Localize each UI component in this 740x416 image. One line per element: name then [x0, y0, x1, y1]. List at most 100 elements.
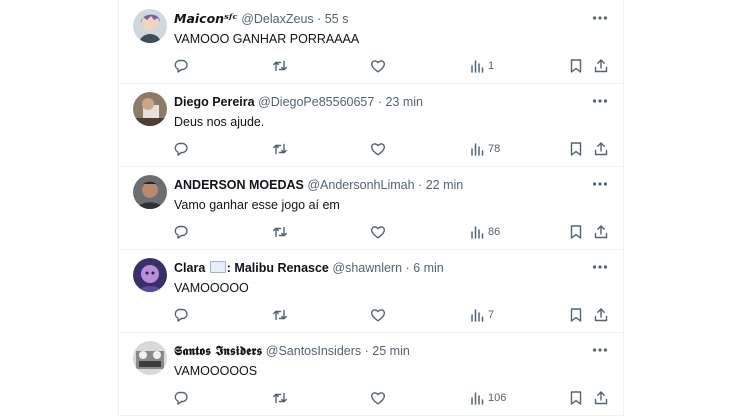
- post-time[interactable]: 25 min: [372, 344, 410, 358]
- more-horizontal-icon: [592, 99, 608, 103]
- avatar[interactable]: [133, 92, 167, 126]
- more-horizontal-icon: [592, 265, 608, 269]
- post-actions: 78: [119, 138, 623, 160]
- separator-dot: ·: [364, 344, 369, 358]
- bookmark-button[interactable]: [568, 58, 584, 74]
- share-icon: [594, 142, 608, 156]
- bookmark-button[interactable]: [568, 224, 584, 240]
- avatar[interactable]: [133, 341, 167, 375]
- like-button[interactable]: [370, 390, 386, 406]
- repost-button[interactable]: [272, 224, 288, 240]
- share-button[interactable]: [593, 307, 609, 323]
- bookmark-icon: [570, 59, 582, 73]
- more-options-button[interactable]: [591, 258, 609, 276]
- author-handle[interactable]: @shawnlern: [332, 261, 402, 275]
- author-name-part: : Malibu Renasce: [226, 261, 329, 275]
- post-item[interactable]: Diego Pereira @DiegoPe85560657 · 23 min …: [119, 83, 623, 167]
- more-options-button[interactable]: [591, 175, 609, 193]
- author-name[interactable]: Diego Pereira: [174, 95, 255, 109]
- repost-icon: [273, 392, 287, 404]
- views-button[interactable]: [469, 390, 485, 406]
- reply-icon: [174, 391, 188, 405]
- bookmark-icon: [570, 308, 582, 322]
- post-item[interactable]: ANDERSON MOEDAS @AndersonhLimah · 22 min…: [119, 166, 623, 250]
- author-handle[interactable]: @DiegoPe85560657: [258, 95, 374, 109]
- post-time[interactable]: 6 min: [413, 261, 444, 275]
- bookmark-button[interactable]: [568, 390, 584, 406]
- avatar[interactable]: [133, 258, 167, 292]
- open-book-emoji-icon: [209, 261, 226, 273]
- share-icon: [594, 308, 608, 322]
- like-button[interactable]: [370, 58, 386, 74]
- reply-button[interactable]: [173, 58, 189, 74]
- post-actions: 86: [119, 221, 623, 243]
- more-options-button[interactable]: [591, 9, 609, 27]
- more-options-button[interactable]: [591, 92, 609, 110]
- separator-dot: ·: [317, 12, 322, 26]
- more-horizontal-icon: [592, 182, 608, 186]
- bookmark-icon: [570, 142, 582, 156]
- bookmark-button[interactable]: [568, 141, 584, 157]
- share-button[interactable]: [593, 224, 609, 240]
- reply-timeline: 𝙈𝙖𝙞𝙘𝙤𝙣ˢᶠᶜ @DelaxZeus · 55 s VAMOOO GANHA…: [118, 0, 624, 416]
- avatar[interactable]: [133, 175, 167, 209]
- author-name[interactable]: 𝕾𝖆𝖓𝖙𝖔𝖘 𝕴𝖓𝖘𝖎𝖉𝖊𝖗𝖘: [174, 343, 262, 358]
- reply-button[interactable]: [173, 390, 189, 406]
- views-button[interactable]: [469, 224, 485, 240]
- reply-icon: [174, 225, 188, 239]
- avatar[interactable]: [133, 9, 167, 43]
- separator-dot: ·: [405, 261, 410, 275]
- bookmark-button[interactable]: [568, 307, 584, 323]
- repost-button[interactable]: [272, 307, 288, 323]
- separator-dot: ·: [418, 178, 423, 192]
- bookmark-icon: [570, 391, 582, 405]
- share-button[interactable]: [593, 58, 609, 74]
- author-name[interactable]: ANDERSON MOEDAS: [174, 178, 304, 192]
- heart-icon: [370, 392, 386, 405]
- share-button[interactable]: [593, 390, 609, 406]
- views-count: 1: [488, 60, 495, 72]
- share-icon: [594, 391, 608, 405]
- post-item[interactable]: 𝕾𝖆𝖓𝖙𝖔𝖘 𝕴𝖓𝖘𝖎𝖉𝖊𝖗𝖘 @SantosInsiders · 25 min…: [119, 332, 623, 416]
- views-count: 78: [488, 143, 501, 155]
- reply-button[interactable]: [173, 224, 189, 240]
- share-icon: [594, 225, 608, 239]
- repost-button[interactable]: [272, 141, 288, 157]
- views-chart-icon: [471, 309, 484, 322]
- views-button[interactable]: [469, 58, 485, 74]
- post-header: Diego Pereira @DiegoPe85560657 · 23 min: [174, 93, 583, 111]
- heart-icon: [370, 60, 386, 73]
- more-options-button[interactable]: [591, 341, 609, 359]
- author-handle[interactable]: @DelaxZeus: [241, 12, 313, 26]
- views-chart-icon: [471, 392, 484, 405]
- post-time[interactable]: 23 min: [385, 95, 423, 109]
- views-count: 106: [488, 392, 507, 404]
- post-item[interactable]: Clara : Malibu Renasce @shawnlern · 6 mi…: [119, 249, 623, 333]
- post-time[interactable]: 22 min: [426, 178, 464, 192]
- share-button[interactable]: [593, 141, 609, 157]
- author-name[interactable]: Clara : Malibu Renasce: [174, 261, 329, 275]
- like-button[interactable]: [370, 141, 386, 157]
- reply-button[interactable]: [173, 141, 189, 157]
- reply-button[interactable]: [173, 307, 189, 323]
- post-item[interactable]: 𝙈𝙖𝙞𝙘𝙤𝙣ˢᶠᶜ @DelaxZeus · 55 s VAMOOO GANHA…: [119, 0, 623, 84]
- like-button[interactable]: [370, 224, 386, 240]
- repost-button[interactable]: [272, 390, 288, 406]
- repost-icon: [273, 226, 287, 238]
- author-name[interactable]: 𝙈𝙖𝙞𝙘𝙤𝙣ˢᶠᶜ: [174, 11, 238, 26]
- post-header: ANDERSON MOEDAS @AndersonhLimah · 22 min: [174, 176, 583, 194]
- post-text: VAMOOO GANHAR PORRAAAA: [174, 32, 360, 46]
- like-button[interactable]: [370, 307, 386, 323]
- views-button[interactable]: [469, 141, 485, 157]
- views-button[interactable]: [469, 307, 485, 323]
- more-horizontal-icon: [592, 16, 608, 20]
- repost-icon: [273, 309, 287, 321]
- repost-button[interactable]: [272, 58, 288, 74]
- post-text: VAMOOOOOS: [174, 364, 258, 378]
- author-handle[interactable]: @AndersonhLimah: [307, 178, 414, 192]
- post-actions: 1: [119, 55, 623, 77]
- post-text: Deus nos ajude.: [174, 115, 265, 129]
- post-header: 𝙈𝙖𝙞𝙘𝙤𝙣ˢᶠᶜ @DelaxZeus · 55 s: [174, 10, 583, 28]
- post-time[interactable]: 55 s: [325, 12, 349, 26]
- author-handle[interactable]: @SantosInsiders: [266, 344, 361, 358]
